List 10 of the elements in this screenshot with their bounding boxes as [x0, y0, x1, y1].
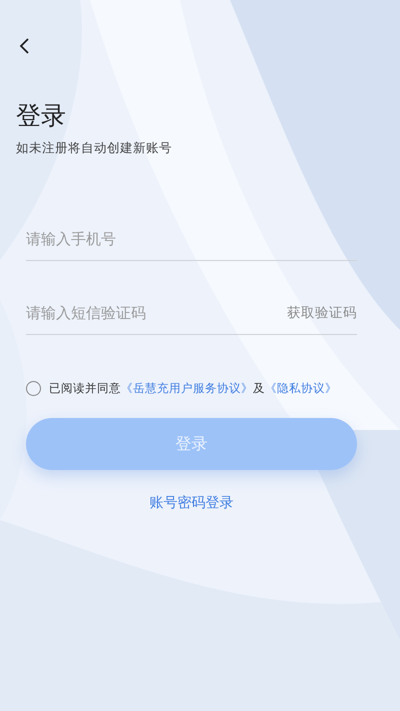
agreement-text: 已阅读并同意《岳慧充用户服务协议》及《隐私协议》: [49, 381, 337, 396]
subtitle: 如未注册将自动创建新账号: [16, 140, 172, 157]
agree-radio[interactable]: [26, 381, 41, 396]
page-title: 登录: [16, 100, 66, 132]
privacy-link[interactable]: 《隐私协议》: [265, 381, 337, 395]
input-field[interactable]: 请输入短信验证码: [26, 304, 287, 322]
input-field[interactable]: 请输入手机号: [26, 230, 357, 248]
terms-link[interactable]: 《岳慧充用户服务协议》: [121, 381, 253, 395]
password-login-link[interactable]: 账号密码登录: [150, 494, 234, 512]
get-code-link[interactable]: 获取验证码: [287, 304, 357, 322]
